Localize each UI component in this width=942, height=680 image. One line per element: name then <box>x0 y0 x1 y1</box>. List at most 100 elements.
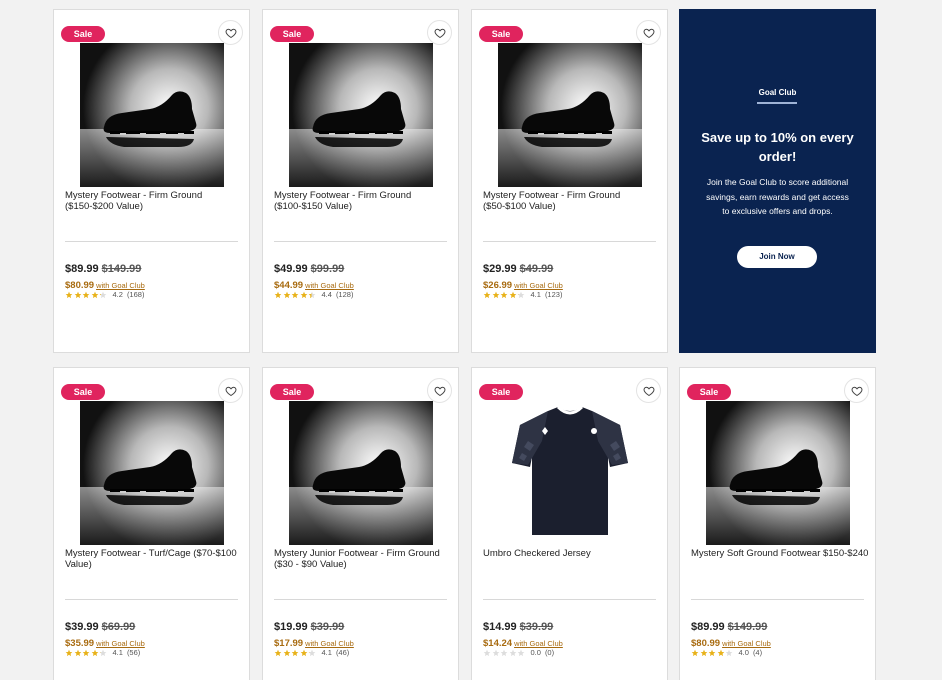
original-price: $99.99 <box>310 263 345 275</box>
star-icon <box>517 291 525 298</box>
product-image[interactable] <box>706 401 850 545</box>
goal-club-link[interactable]: with Goal Club <box>96 639 145 648</box>
goal-club-promo: Goal Club Save up to 10% on every order!… <box>679 9 876 353</box>
shoe-silhouette-image <box>706 401 850 545</box>
shoe-silhouette-image <box>289 43 433 187</box>
product-image[interactable] <box>289 401 433 545</box>
goal-club-link[interactable]: with Goal Club <box>514 639 563 648</box>
goal-club-link[interactable]: with Goal Club <box>305 639 354 648</box>
promo-title: Save up to 10% on every order! <box>701 130 854 164</box>
star-icon <box>291 291 299 298</box>
divider <box>274 599 447 600</box>
star-icon <box>691 649 699 656</box>
review-count: (4) <box>752 648 763 657</box>
sale-price: $29.99 <box>483 263 517 275</box>
star-icon <box>74 291 81 298</box>
rating-value: 4.0 <box>738 648 749 657</box>
original-price: $69.99 <box>101 621 136 633</box>
star-icon <box>509 291 516 298</box>
sale-price: $39.99 <box>65 621 99 633</box>
review-count: (168) <box>126 290 145 299</box>
wishlist-heart-icon[interactable] <box>844 378 869 403</box>
rating-value: 4.1 <box>321 648 332 657</box>
goal-club-link[interactable]: with Goal Club <box>722 639 771 648</box>
star-icon <box>283 291 290 298</box>
sale-price: $14.99 <box>483 621 517 633</box>
star-icon <box>283 649 290 656</box>
review-count: (128) <box>335 290 354 299</box>
original-price: $149.99 <box>101 263 142 275</box>
star-icon <box>717 649 724 656</box>
shoe-silhouette-image <box>80 401 224 545</box>
rating-row: 4.4 (128) <box>274 290 353 299</box>
wishlist-heart-icon[interactable] <box>427 20 452 45</box>
product-image[interactable] <box>289 43 433 187</box>
star-icon <box>99 649 107 656</box>
sale-price: $49.99 <box>274 263 308 275</box>
goal-club-link[interactable]: with Goal Club <box>305 281 354 290</box>
product-card[interactable]: Sale Umbro Checkered Jersey $14.99 $39.99… <box>471 367 668 680</box>
divider <box>691 599 864 600</box>
product-card[interactable]: Sale Mystery Footwear - Firm Ground ($50… <box>471 9 668 353</box>
product-card[interactable]: Sale Mystery Footwear - Turf/Cage ($70-$… <box>53 367 250 680</box>
star-icon <box>500 291 508 298</box>
star-icon <box>483 291 491 298</box>
product-card[interactable]: Sale Mystery Footwear - Firm Ground ($10… <box>262 9 459 353</box>
shoe-silhouette-image <box>498 43 642 187</box>
star-rating <box>65 649 108 657</box>
goal-club-link[interactable]: with Goal Club <box>96 281 145 290</box>
star-rating <box>483 291 526 299</box>
sale-badge: Sale <box>687 384 731 400</box>
product-name[interactable]: Mystery Footwear - Turf/Cage ($70-$100 V… <box>65 548 243 570</box>
sale-badge: Sale <box>270 26 314 42</box>
rating-row: 4.0 (4) <box>691 648 762 657</box>
star-icon <box>483 649 491 656</box>
star-icon <box>492 291 499 298</box>
wishlist-heart-icon[interactable] <box>218 20 243 45</box>
wishlist-heart-icon[interactable] <box>636 20 661 45</box>
product-card[interactable]: Sale Mystery Soft Ground Footwear $150-$… <box>679 367 876 680</box>
star-rating <box>483 649 526 657</box>
star-rating <box>274 649 317 657</box>
star-icon <box>308 291 316 298</box>
promo-kicker-underline <box>757 102 797 104</box>
star-icon <box>300 649 307 656</box>
product-name[interactable]: Mystery Footwear - Firm Ground ($50-$100… <box>483 190 661 212</box>
star-icon <box>700 649 707 656</box>
sale-badge: Sale <box>61 384 105 400</box>
rating-row: 4.1 (46) <box>274 648 349 657</box>
sale-price: $89.99 <box>691 621 725 633</box>
product-card[interactable]: Sale Mystery Junior Footwear - Firm Grou… <box>262 367 459 680</box>
product-name[interactable]: Mystery Soft Ground Footwear $150-$240 <box>691 548 869 559</box>
star-icon <box>82 291 90 298</box>
star-icon <box>65 649 73 656</box>
star-icon <box>500 649 508 656</box>
original-price: $39.99 <box>519 621 554 633</box>
review-count: (123) <box>544 290 563 299</box>
product-name[interactable]: Mystery Footwear - Firm Ground ($100-$15… <box>274 190 452 212</box>
wishlist-heart-icon[interactable] <box>636 378 661 403</box>
wishlist-heart-icon[interactable] <box>218 378 243 403</box>
rating-row: 0.0 (0) <box>483 648 554 657</box>
rating-value: 0.0 <box>530 648 541 657</box>
star-icon <box>65 291 73 298</box>
divider <box>65 241 238 242</box>
star-rating <box>691 649 734 657</box>
original-price: $39.99 <box>310 621 345 633</box>
star-icon <box>91 649 98 656</box>
star-icon <box>725 649 733 656</box>
goal-club-link[interactable]: with Goal Club <box>514 281 563 290</box>
product-card[interactable]: Sale Mystery Footwear - Firm Ground ($15… <box>53 9 250 353</box>
product-image[interactable] <box>498 43 642 187</box>
product-image[interactable] <box>498 401 642 545</box>
product-image[interactable] <box>80 401 224 545</box>
join-now-button[interactable]: Join Now <box>737 246 817 268</box>
product-name[interactable]: Umbro Checkered Jersey <box>483 548 661 559</box>
product-image[interactable] <box>80 43 224 187</box>
product-name[interactable]: Mystery Footwear - Firm Ground ($150-$20… <box>65 190 243 212</box>
product-name[interactable]: Mystery Junior Footwear - Firm Ground ($… <box>274 548 452 570</box>
wishlist-heart-icon[interactable] <box>427 378 452 403</box>
review-count: (0) <box>544 648 555 657</box>
divider <box>483 599 656 600</box>
rating-row: 4.1 (123) <box>483 290 562 299</box>
